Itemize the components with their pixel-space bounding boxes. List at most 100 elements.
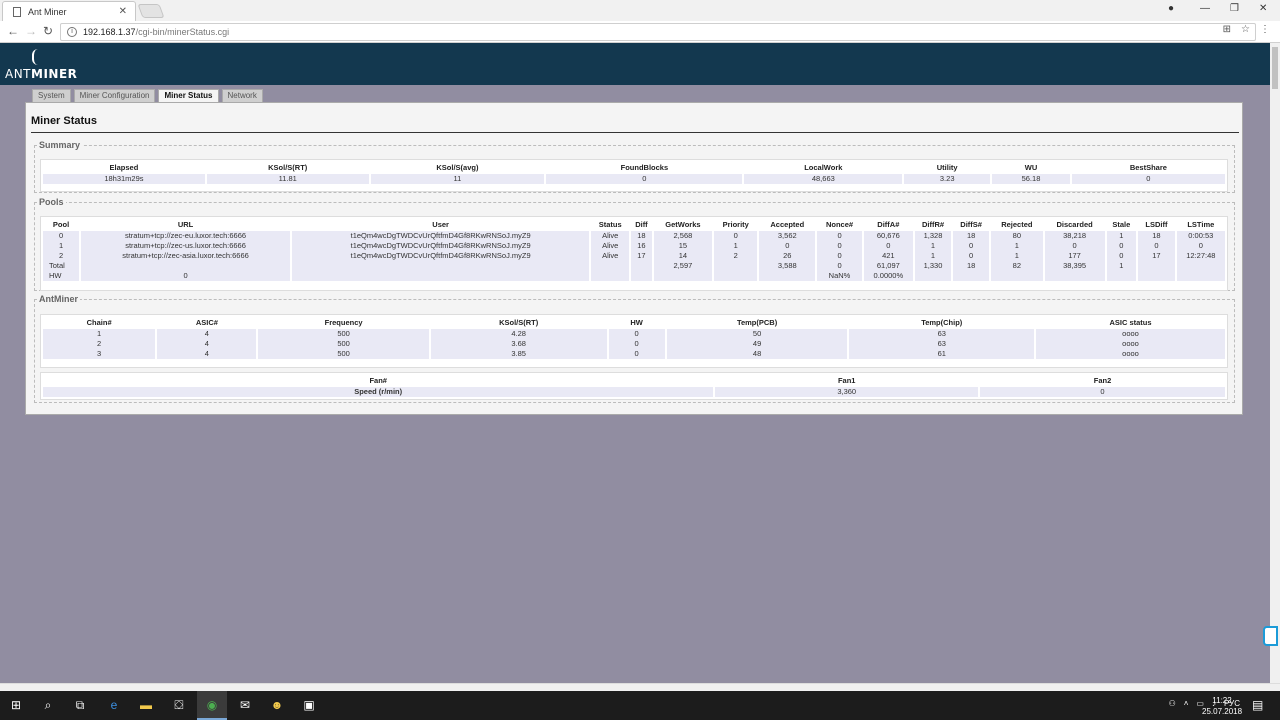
horizontal-scrollbar[interactable] (0, 683, 1280, 691)
side-widget-icon[interactable] (1263, 626, 1278, 646)
summary-cell: 0 (1071, 174, 1225, 184)
browser-tabstrip: Ant Miner ✕ ● — ❐ ✕ (0, 0, 1280, 21)
pools-column-header: DiffA# (877, 219, 900, 229)
summary-column-header: KSol/S(avg) (436, 162, 479, 172)
pools-column-header: DiffR# (921, 219, 945, 229)
clock-date: 25.07.2018 (1202, 707, 1243, 716)
chain-cell: oooo (1036, 339, 1225, 349)
back-button[interactable]: ← (7, 24, 19, 38)
pools-cell: 38,218 (1044, 231, 1105, 241)
chain-row: 1 4 500 4.28 0 50 63 oooo (43, 329, 1225, 339)
file-explorer-icon[interactable]: ▬ (138, 698, 154, 713)
summary-column-header: LocalWork (804, 162, 843, 172)
nav-tab-miner-configuration[interactable]: Miner Configuration (73, 89, 156, 103)
pools-cell: 0 (953, 241, 990, 251)
summary-cell: 3.23 (904, 174, 991, 184)
summary-header-row: Elapsed KSol/S(RT) KSol/S(avg) FoundBlocks L… (43, 160, 1225, 174)
edge-browser-icon[interactable]: e (106, 698, 122, 713)
pools-cell (81, 261, 290, 271)
pools-cell (759, 271, 816, 281)
pools-cell: 60,676 (863, 231, 913, 241)
pools-cell: 1 (991, 251, 1043, 261)
pools-cell: stratum+tcp://zec-eu.luxor.tech:6666 (81, 231, 290, 241)
pools-cell: 1,328 (914, 231, 952, 241)
bookmark-star-icon[interactable]: ☆ (1241, 24, 1250, 35)
pools-cell: t1eQm4wcDgTWDCvUrQftfmD4Gf8RKwRNSoJ.myZ9 (292, 241, 590, 251)
pools-cell (631, 271, 652, 281)
pools-cell: 80 (991, 231, 1043, 241)
task-view-icon[interactable]: ⧉ (72, 698, 88, 713)
translate-icon[interactable]: ⊞ (1223, 24, 1231, 35)
emoji-app-icon[interactable]: ☻ (269, 698, 285, 713)
pools-column-header: Accepted (770, 219, 805, 229)
pools-cell: 1 (714, 241, 758, 251)
vertical-scrollbar[interactable] (1270, 43, 1280, 683)
pools-cell: 61,097 (863, 261, 913, 271)
antminer-logo-mark (32, 49, 40, 65)
chevron-up-icon[interactable]: ˄ (1184, 699, 1189, 708)
nav-tab-miner-status[interactable]: Miner Status (158, 89, 219, 103)
close-tab-icon[interactable]: ✕ (119, 6, 127, 17)
pools-cell: 1 (914, 251, 952, 261)
taskbar-clock[interactable]: 11:22 25.07.2018 (1202, 695, 1242, 717)
new-tab-button[interactable] (137, 4, 165, 18)
clock-time: 11:22 (1212, 696, 1232, 705)
window-app-icon[interactable]: ▣ (301, 698, 317, 713)
chain-row: 2 4 500 3.68 0 49 63 oooo (43, 339, 1225, 349)
chain-column-header: KSol/S(RT) (499, 317, 539, 327)
pools-column-header: Discarded (1056, 219, 1093, 229)
pools-cell: 26 (759, 251, 816, 261)
fan-header-row: Fan# Fan1 Fan2 (43, 373, 1225, 387)
reload-button[interactable]: ↻ (43, 24, 53, 38)
search-icon[interactable]: ⌕ (40, 698, 56, 713)
scrollbar-thumb[interactable] (1272, 47, 1278, 89)
nav-tab-system[interactable]: System (32, 89, 71, 103)
pools-cell: 0 (81, 271, 290, 281)
forward-button[interactable]: → (25, 24, 37, 38)
mail-icon[interactable]: ✉ (237, 698, 253, 713)
pools-cell: 18 (953, 231, 990, 241)
pools-hw-row: HW 0 NaN% 0.0000% (43, 271, 1225, 281)
chain-cell: 3.85 (430, 349, 607, 359)
chain-cell: 4 (157, 339, 257, 349)
chain-cell: 3.68 (430, 339, 607, 349)
minimize-button[interactable]: — (1200, 3, 1210, 14)
chain-column-header: ASIC# (195, 317, 218, 327)
restore-button[interactable]: ❐ (1230, 3, 1239, 14)
pools-cell: 1 (43, 241, 80, 251)
browser-tab[interactable]: Ant Miner ✕ (2, 1, 136, 21)
summary-table: Elapsed KSol/S(RT) KSol/S(avg) FoundBlocks L… (41, 160, 1227, 184)
url-input[interactable]: i 192.168.1.37/cgi-bin/minerStatus.cgi (60, 23, 1256, 41)
notifications-icon[interactable]: ▤ (1252, 698, 1263, 712)
close-window-button[interactable]: ✕ (1259, 3, 1267, 14)
pools-row: 0 stratum+tcp://zec-eu.luxor.tech:6666 t1e… (43, 231, 1225, 241)
pools-cell (292, 261, 590, 271)
profile-icon[interactable]: ● (1168, 3, 1174, 14)
antminer-logo: ANTMINER (5, 67, 78, 81)
store-icon[interactable]: ⛋ (171, 698, 187, 713)
summary-column-header: Elapsed (109, 162, 139, 172)
pools-cell (292, 271, 590, 281)
menu-dots-icon[interactable]: ⋮ (1260, 24, 1270, 35)
pools-box: Pool URL User Status Diff GetWorks Priority Acc… (40, 216, 1228, 291)
summary-box: Elapsed KSol/S(RT) KSol/S(avg) FoundBlocks L… (40, 159, 1228, 192)
brand-header: ANTMINER (0, 43, 1270, 85)
omnibar-actions: ⊞ ☆ ⋮ (1223, 24, 1270, 35)
pools-cell (714, 261, 758, 271)
pools-cell (1176, 271, 1225, 281)
people-icon[interactable]: ⚇ (1169, 699, 1176, 708)
fan-cell: Speed (r/min) (43, 387, 714, 397)
nav-tab-network[interactable]: Network (221, 89, 263, 103)
start-windows-icon[interactable]: ⊞ (8, 698, 24, 713)
pools-cell (631, 261, 652, 271)
chain-cell: oooo (1036, 329, 1225, 339)
chain-cell: 48 (666, 349, 848, 359)
chain-cell: 500 (258, 349, 429, 359)
chain-cell: 500 (258, 339, 429, 349)
pools-legend: Pools (39, 197, 64, 207)
chrome-icon[interactable]: ◉ (204, 698, 220, 713)
pools-cell: 0 (43, 231, 80, 241)
pools-column-header: LSTime (1187, 219, 1215, 229)
info-icon[interactable]: i (67, 27, 77, 37)
pools-column-header: Stale (1112, 219, 1131, 229)
